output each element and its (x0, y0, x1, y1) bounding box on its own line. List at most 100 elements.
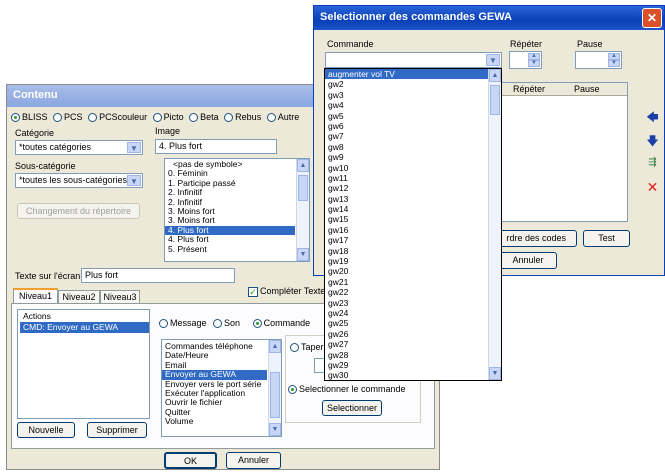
dropdown-item[interactable]: gw10 (325, 163, 488, 173)
dropdown-item-selected[interactable]: augmenter vol TV (325, 69, 488, 80)
dropdown-item[interactable]: gw3 (325, 90, 488, 100)
spin-up-icon[interactable]: ▲ (528, 53, 540, 60)
dropdown-item[interactable]: gw14 (325, 204, 488, 214)
dropdown-item[interactable]: gw23 (325, 298, 488, 308)
radio-pcs[interactable]: PCS (53, 112, 83, 123)
dropdown-item[interactable]: gw9 (325, 152, 488, 162)
scroll-down-icon[interactable]: ▼ (489, 367, 501, 380)
dropdown-item[interactable]: gw6 (325, 121, 488, 131)
dropdown-item[interactable]: gw5 (325, 111, 488, 121)
categorie-select[interactable]: *toutes catégories ▼ (15, 140, 143, 155)
table-header-pause: Pause (574, 84, 600, 94)
repeter-spinner[interactable]: ▲ ▼ (509, 51, 542, 69)
dropdown-item[interactable]: gw30 (325, 370, 488, 380)
scroll-thumb[interactable] (490, 85, 500, 115)
close-icon[interactable]: ✕ (642, 8, 662, 28)
radio-rebus[interactable]: Rebus (224, 112, 261, 123)
dropdown-item[interactable]: gw7 (325, 131, 488, 141)
annuler-button[interactable]: Annuler (226, 452, 281, 469)
pause-spinner[interactable]: ▲ ▼ (575, 51, 622, 69)
selectionner-button[interactable]: Selectionner (322, 400, 382, 416)
dropdown-item[interactable]: gw26 (325, 329, 488, 339)
arrow-down-icon[interactable]: 🡇 (644, 133, 661, 150)
dropdown-item[interactable]: gw13 (325, 194, 488, 204)
radio-taper[interactable]: Taper (290, 342, 324, 353)
commands-list-scrollbar[interactable]: ▲ ▼ (268, 340, 281, 436)
chevron-down-icon: ▼ (127, 142, 141, 153)
gewa-annuler-button[interactable]: Annuler (499, 252, 557, 269)
scroll-down-icon[interactable]: ▼ (297, 248, 309, 261)
scroll-up-icon[interactable]: ▲ (297, 159, 309, 172)
souscat-select[interactable]: *toutes les sous-catégories ▼ (15, 173, 143, 188)
scroll-down-icon[interactable]: ▼ (269, 423, 281, 436)
dropdown-item[interactable]: gw28 (325, 350, 488, 360)
dropdown-item[interactable]: gw4 (325, 100, 488, 110)
scroll-thumb[interactable] (270, 372, 280, 418)
dropdown-item[interactable]: gw24 (325, 308, 488, 318)
scroll-up-icon[interactable]: ▲ (269, 340, 281, 353)
gewa-title-bar[interactable]: Selectionner des commandes GEWA (314, 6, 664, 30)
dropdown-item[interactable]: gw20 (325, 266, 488, 276)
dropdown-item[interactable]: gw29 (325, 360, 488, 370)
image-list[interactable]: <pas de symbole> 0. Féminin 1. Participe… (164, 158, 310, 262)
tab-niveau2[interactable]: Niveau2 (58, 290, 100, 304)
dropdown-scrollbar[interactable]: ▲ ▼ (488, 69, 501, 380)
dropdown-item[interactable]: gw17 (325, 235, 488, 245)
spin-down-icon[interactable]: ▼ (608, 60, 620, 67)
radio-son[interactable]: Son (213, 318, 240, 329)
spin-up-icon[interactable]: ▲ (608, 53, 620, 60)
chevron-down-icon: ▼ (127, 175, 141, 186)
dropdown-item[interactable]: gw19 (325, 256, 488, 266)
dropdown-item[interactable]: gw22 (325, 287, 488, 297)
test-button[interactable]: Test (583, 230, 630, 247)
dropdown-item[interactable]: gw2 (325, 79, 488, 89)
dropdown-item[interactable]: gw16 (325, 225, 488, 235)
arrow-left-icon[interactable]: 🡄 (644, 109, 661, 126)
dropdown-item[interactable]: gw25 (325, 318, 488, 328)
tab-niveau3[interactable]: Niveau3 (100, 290, 140, 304)
scroll-thumb[interactable] (298, 175, 308, 201)
actions-item[interactable]: CMD: Envoyer au GEWA (20, 322, 149, 333)
insert-icon[interactable]: ⇶ (644, 155, 661, 172)
scroll-up-icon[interactable]: ▲ (489, 69, 501, 82)
delete-icon[interactable]: ✕ (644, 179, 661, 196)
dropdown-item[interactable]: gw8 (325, 142, 488, 152)
ok-button[interactable]: OK (164, 452, 217, 469)
list-item[interactable]: Volume (162, 416, 281, 426)
dropdown-item[interactable]: gw12 (325, 183, 488, 193)
completer-checkbox[interactable]: ✓ Compléter Texte (248, 286, 325, 297)
image-field[interactable]: 4. Plus fort (155, 139, 277, 154)
radio-autre[interactable]: Autre (266, 112, 299, 123)
dropdown-item[interactable]: gw11 (325, 173, 488, 183)
contenu-title: Contenu (13, 89, 58, 101)
radio-selectionner[interactable]: Selectionner le commande (288, 384, 406, 395)
image-list-scrollbar[interactable]: ▲ ▼ (296, 159, 309, 261)
dropdown-item[interactable]: gw21 (325, 277, 488, 287)
radio-bliss[interactable]: BLISS (11, 112, 48, 123)
commande-dropdown-list[interactable]: augmenter vol TV gw2 gw3 gw4 gw5 gw6 gw7 gw8 gw9… (324, 68, 502, 381)
codes-button[interactable]: rdre des codes (499, 230, 577, 247)
radio-pcscouleur[interactable]: PCScouleur (88, 112, 147, 123)
actions-list[interactable]: Actions CMD: Envoyer au GEWA (17, 309, 150, 419)
commande-select[interactable]: ▼ (325, 52, 502, 68)
radio-picto[interactable]: Picto (152, 112, 184, 123)
gewa-title: Selectionner des commandes GEWA (320, 11, 512, 23)
commands-list[interactable]: Commandes téléphone Date/Heure Email Env… (161, 339, 282, 437)
radio-beta[interactable]: Beta (189, 112, 219, 123)
table-header: Répéter Pause (495, 83, 627, 96)
supprimer-button[interactable]: Supprimer (87, 422, 147, 438)
list-item[interactable]: 5. Présent (165, 244, 309, 254)
nouvelle-button[interactable]: Nouvelle (17, 422, 75, 438)
spin-down-icon[interactable]: ▼ (528, 60, 540, 67)
dropdown-item[interactable]: gw15 (325, 214, 488, 224)
texte-field[interactable]: Plus fort (81, 268, 235, 283)
codes-table[interactable]: Répéter Pause (494, 82, 628, 222)
dropdown-item[interactable]: gw27 (325, 339, 488, 349)
radio-commande[interactable]: Commande (252, 318, 310, 329)
tab-niveau1[interactable]: Niveau1 (13, 288, 58, 304)
dropdown-item[interactable]: gw18 (325, 246, 488, 256)
image-label: Image (155, 126, 181, 136)
change-dir-button[interactable]: Changement du répertoire (17, 203, 140, 219)
actions-header: Actions (23, 311, 51, 321)
radio-message[interactable]: Message (159, 318, 207, 329)
